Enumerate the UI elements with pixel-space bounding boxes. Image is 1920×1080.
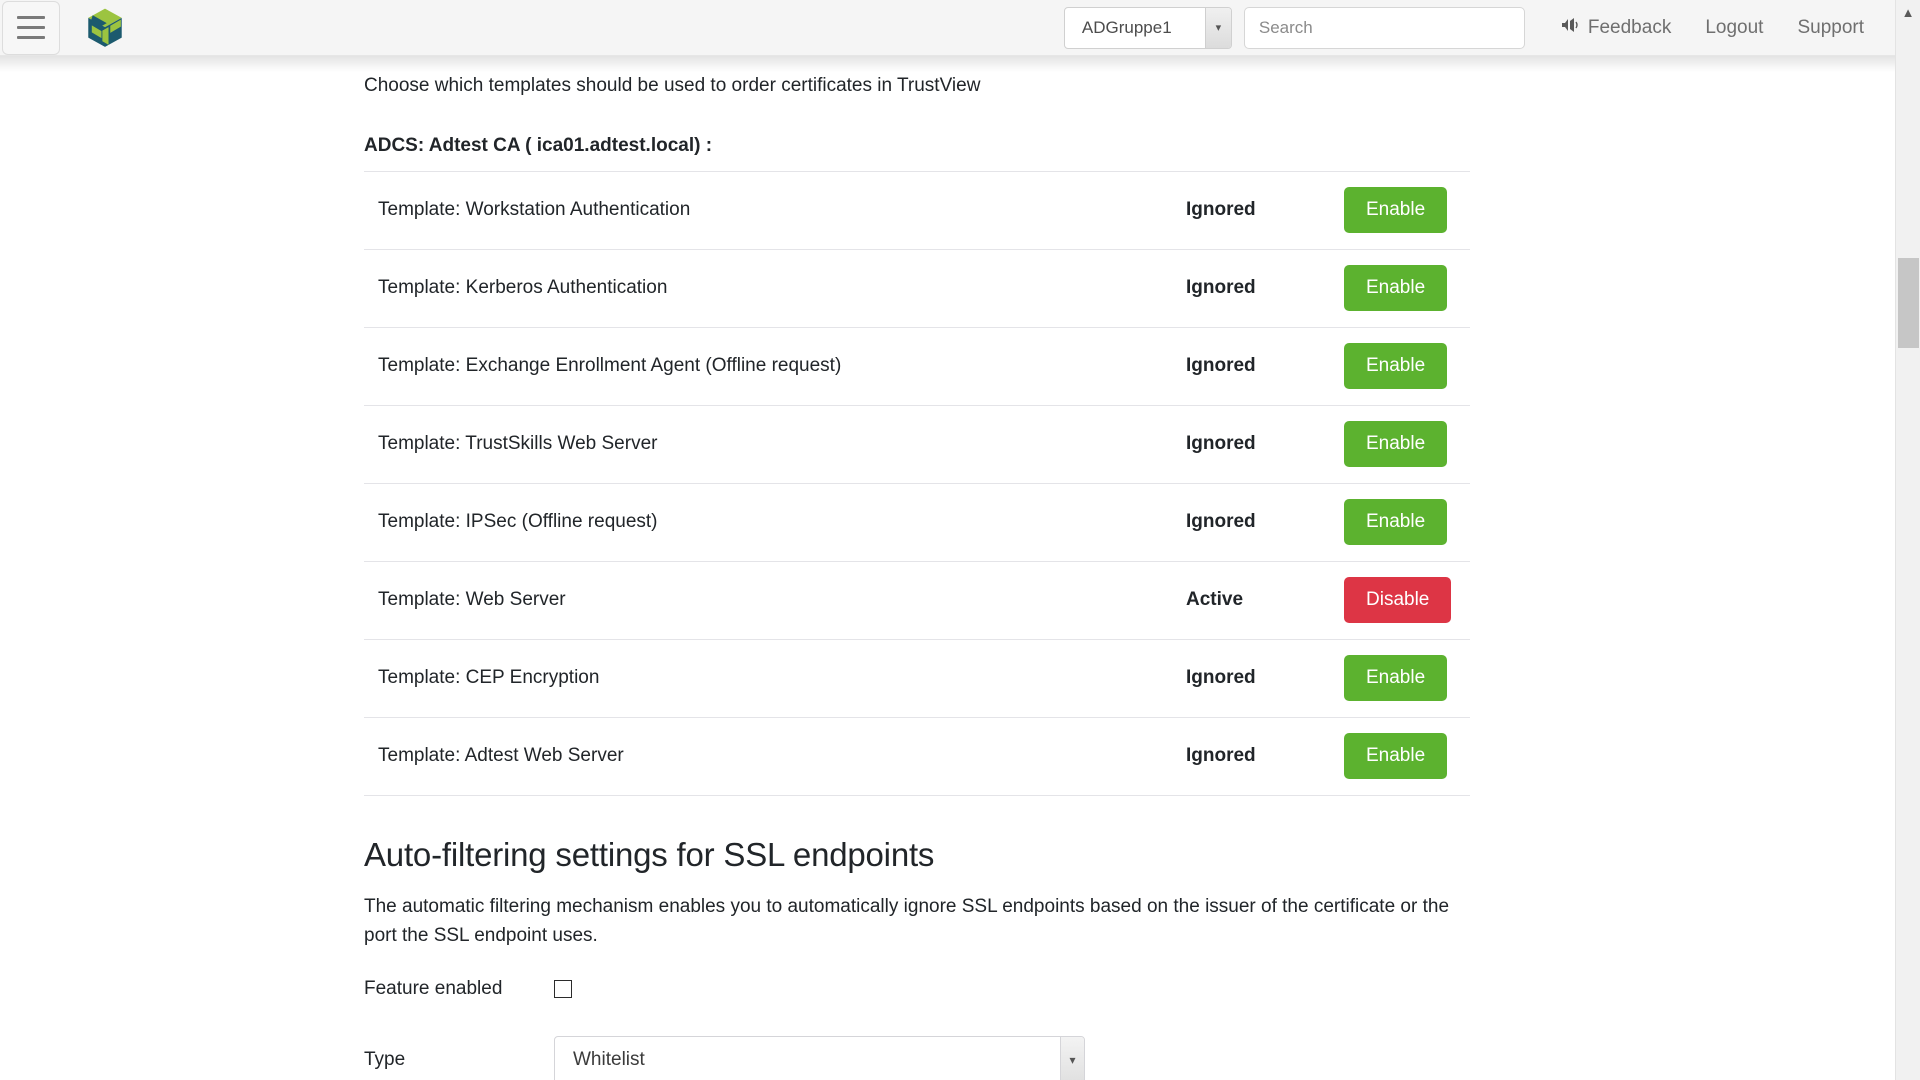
intro-text: Choose which templates should be used to… — [364, 75, 981, 96]
page-scroll-area: Disable Choose which templates should be… — [0, 0, 1895, 1080]
chevron-down-icon: ▾ — [1204, 7, 1231, 48]
enable-button[interactable]: Enable — [1344, 499, 1448, 545]
table-row: Template: Web Server Active Disable — [364, 562, 1470, 640]
table-row: Template: IPSec (Offline request) Ignored… — [364, 484, 1470, 562]
template-name: Template: Web Server — [378, 589, 566, 610]
nav-link-feedback[interactable]: Feedback — [1543, 17, 1688, 39]
hamburger-bar-3 — [17, 36, 45, 39]
hamburger-bar-1 — [17, 16, 45, 19]
enable-button[interactable]: Enable — [1344, 421, 1448, 467]
hamburger-bar-2 — [17, 26, 45, 29]
table-row: Template: TrustSkills Web Server Ignored E… — [364, 406, 1470, 484]
feature-enabled-checkbox[interactable] — [554, 980, 572, 999]
top-navigation-bar: ADGruppe1 ▾ Feedback Logout Support — [0, 0, 1895, 56]
hamburger-icon[interactable] — [2, 0, 60, 55]
main-content: Disable Choose which templates should be… — [364, 0, 1474, 1080]
status-badge: Ignored — [1186, 745, 1256, 766]
enable-button[interactable]: Enable — [1344, 187, 1448, 233]
nav-link-support[interactable]: Support — [1780, 17, 1881, 39]
type-select[interactable]: Whitelist ▾ — [554, 1036, 1085, 1080]
status-badge: Ignored — [1186, 199, 1256, 220]
status-badge: Ignored — [1186, 277, 1256, 298]
ca-heading: ADCS: Adtest CA ( ica01.adtest.local) : — [364, 135, 1470, 172]
chevron-down-icon: ▾ — [1060, 1037, 1084, 1080]
table-row: Template: CEP Encryption Ignored Enable — [364, 640, 1470, 718]
template-name: Template: Adtest Web Server — [378, 745, 624, 766]
status-badge: Ignored — [1186, 433, 1256, 454]
enable-button[interactable]: Enable — [1344, 343, 1448, 389]
feature-enabled-row: Feature enabled — [364, 978, 1474, 1000]
nav-link-feedback-label: Feedback — [1587, 16, 1672, 38]
scrollbar-thumb[interactable] — [1898, 258, 1919, 348]
template-action-cell: Enable — [1330, 421, 1470, 467]
enable-button[interactable]: Enable — [1344, 265, 1448, 311]
feature-enabled-label: Feature enabled — [364, 978, 503, 1000]
type-row: Type Whitelist ▾ — [364, 1036, 1474, 1080]
status-badge: Ignored — [1186, 667, 1256, 688]
status-badge: Active — [1186, 589, 1244, 610]
template-name: Template: CEP Encryption — [378, 667, 600, 688]
nav-link-logout-label: Logout — [1705, 16, 1764, 38]
disable-button[interactable]: Disable — [1344, 577, 1452, 623]
trustview-cube-logo[interactable] — [82, 5, 128, 51]
template-action-cell: Enable — [1330, 655, 1470, 701]
vertical-scrollbar[interactable]: ▲ — [1895, 0, 1920, 1080]
template-name: Template: TrustSkills Web Server — [378, 433, 658, 454]
search-input[interactable] — [1243, 6, 1525, 49]
megaphone-icon — [1560, 17, 1580, 39]
group-selector[interactable]: ADGruppe1 ▾ — [1063, 6, 1232, 49]
topbar-right-group: ADGruppe1 ▾ Feedback Logout Support — [1063, 0, 1895, 55]
template-action-cell: Enable — [1330, 343, 1470, 389]
nav-link-support-label: Support — [1797, 16, 1864, 38]
autofilter-section-title: Auto-filtering settings for SSL endpoint… — [364, 835, 935, 873]
template-action-cell: Disable — [1330, 577, 1470, 623]
template-name: Template: Exchange Enrollment Agent (Off… — [378, 355, 842, 376]
table-row: Template: Adtest Web Server Ignored Enable — [364, 718, 1470, 796]
template-action-cell: Enable — [1330, 265, 1470, 311]
type-label: Type — [364, 1049, 406, 1071]
template-action-cell: Enable — [1330, 499, 1470, 545]
template-name: Template: IPSec (Offline request) — [378, 511, 658, 532]
template-action-cell: Enable — [1330, 733, 1470, 779]
type-select-value: Whitelist — [573, 1049, 645, 1071]
table-row: Template: Exchange Enrollment Agent (Off… — [364, 328, 1470, 406]
table-row: Template: Kerberos Authentication Ignored… — [364, 250, 1470, 328]
enable-button[interactable]: Enable — [1344, 655, 1448, 701]
chevron-up-icon[interactable]: ▲ — [1896, 0, 1920, 24]
status-badge: Ignored — [1186, 511, 1256, 532]
autofilter-description: The automatic filtering mechanism enable… — [364, 895, 1450, 946]
table-row: Template: Workstation Authentication Igno… — [364, 172, 1470, 250]
group-selector-value: ADGruppe1 — [1081, 17, 1172, 37]
template-name: Template: Kerberos Authentication — [378, 277, 668, 298]
enable-button[interactable]: Enable — [1344, 733, 1448, 779]
template-list: Template: Workstation Authentication Igno… — [364, 172, 1474, 796]
nav-link-logout[interactable]: Logout — [1688, 17, 1780, 39]
template-action-cell: Enable — [1330, 187, 1470, 233]
template-name: Template: Workstation Authentication — [378, 199, 691, 220]
status-badge: Ignored — [1186, 355, 1256, 376]
